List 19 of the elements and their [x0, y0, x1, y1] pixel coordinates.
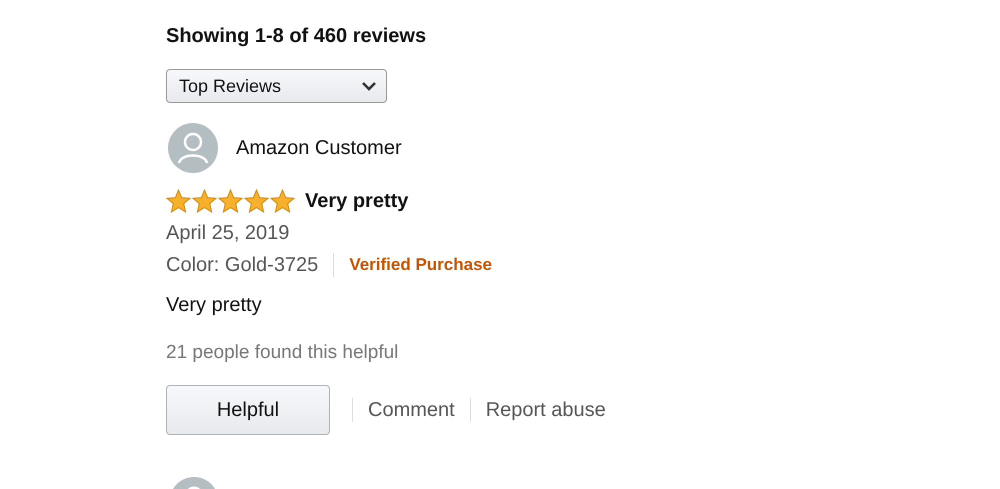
comment-link[interactable]: Comment	[368, 398, 455, 422]
product-variant: Color: Gold-3725	[166, 253, 318, 278]
sort-dropdown[interactable]: Top Reviews	[166, 69, 387, 104]
avatar-icon	[168, 123, 218, 174]
review-text: Very pretty	[166, 293, 262, 318]
review-date: April 25, 2019	[166, 221, 290, 246]
star-icon	[166, 189, 191, 214]
star-icon	[218, 189, 243, 214]
star-icon	[270, 189, 295, 214]
helpful-button[interactable]: Helpful	[166, 385, 330, 436]
reviews-count-heading: Showing 1-8 of 460 reviews	[166, 24, 426, 49]
reviewer-name[interactable]: Amazon Customer	[236, 136, 402, 160]
helpful-count: 21 people found this helpful	[166, 341, 398, 366]
chevron-down-icon	[361, 81, 377, 92]
review-title[interactable]: Very pretty	[305, 190, 408, 213]
star-icon	[192, 189, 217, 214]
star-icon	[244, 189, 269, 214]
verified-purchase-label: Verified Purchase	[349, 254, 492, 276]
report-abuse-link[interactable]: Report abuse	[486, 398, 606, 422]
